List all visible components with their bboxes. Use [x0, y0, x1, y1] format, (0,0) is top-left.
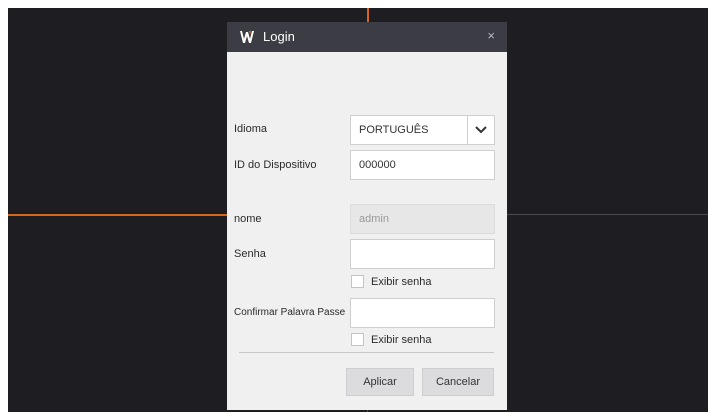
show-confirm-password-label: Exibir senha [371, 333, 432, 346]
orange-grid-line-horizontal [8, 214, 227, 216]
close-icon[interactable]: × [487, 28, 495, 43]
divider [239, 352, 494, 353]
language-select-value: PORTUGUÊS [359, 124, 429, 136]
dialog-titlebar: Login × [227, 22, 507, 52]
device-id-label: ID do Dispositivo [234, 159, 317, 171]
checkbox-box[interactable] [351, 275, 364, 288]
grid-line-horizontal-right [507, 214, 708, 215]
cancel-button[interactable]: Cancelar [422, 368, 494, 396]
language-select[interactable]: PORTUGUÊS [350, 115, 495, 145]
confirm-password-input[interactable] [350, 298, 495, 328]
device-id-input[interactable]: 000000 [350, 150, 495, 180]
apply-button[interactable]: Aplicar [346, 368, 414, 396]
grid-line-vertical-bottom [367, 410, 368, 412]
checkbox-box[interactable] [351, 333, 364, 346]
login-dialog: Login × Idioma PORTUGUÊS ID do Dispositi… [227, 22, 507, 410]
name-label: nome [234, 213, 262, 225]
name-input: admin [350, 204, 495, 234]
show-password-label: Exibir senha [371, 275, 432, 288]
show-confirm-password-checkbox[interactable]: Exibir senha [351, 333, 432, 346]
orange-grid-line-vertical [367, 8, 369, 22]
chevron-down-icon[interactable] [467, 116, 494, 144]
password-input[interactable] [350, 239, 495, 269]
wisenet-logo-icon [240, 31, 254, 43]
dialog-title: Login [263, 29, 295, 44]
language-label: Idioma [234, 123, 268, 135]
show-password-checkbox[interactable]: Exibir senha [351, 275, 432, 288]
password-label: Senha [234, 248, 266, 260]
confirm-password-label: Confirmar Palavra Passe [234, 307, 346, 318]
